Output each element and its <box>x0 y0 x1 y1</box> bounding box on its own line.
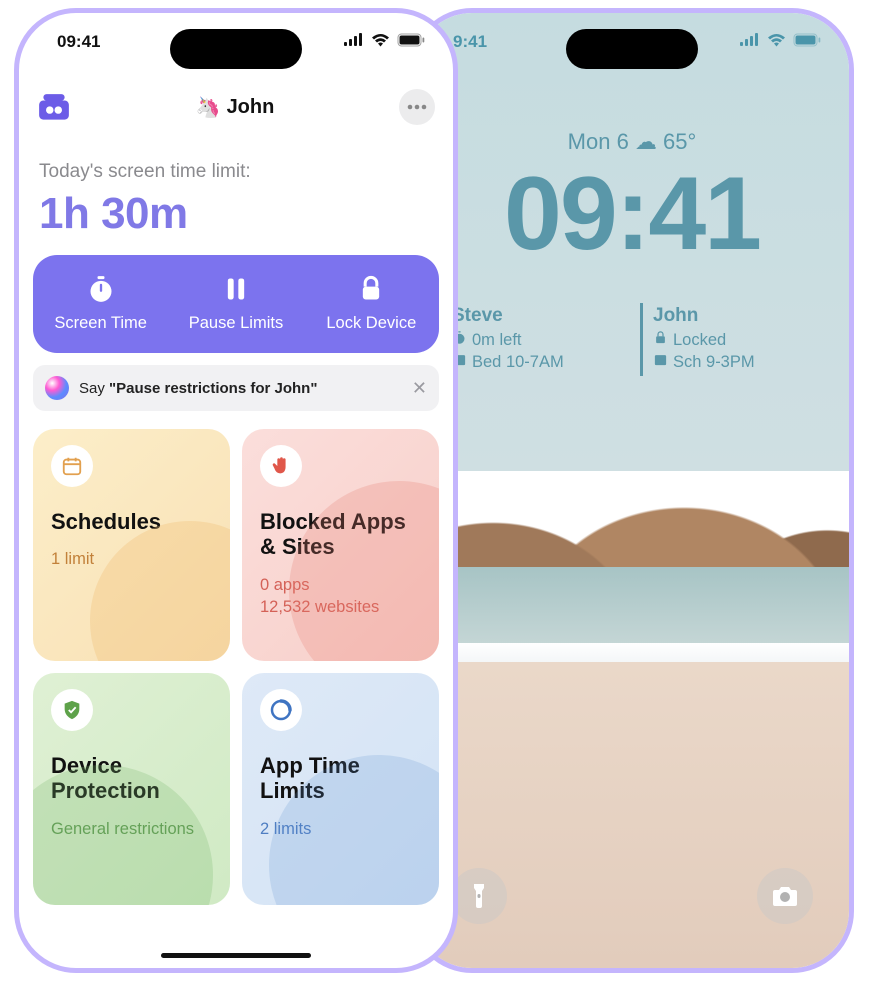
lock-device-button[interactable]: Lock Device <box>304 255 439 353</box>
lock-icon <box>653 329 668 351</box>
siri-dismiss-button[interactable]: ✕ <box>412 378 427 399</box>
widget-line2: Bed 10-7AM <box>472 351 564 373</box>
widget-line2: Sch 9-3PM <box>673 351 755 373</box>
schedules-card[interactable]: Schedules 1 limit <box>33 429 230 661</box>
siri-phrase: "Pause restrictions for John" <box>109 380 317 397</box>
pause-icon <box>222 275 250 308</box>
lock-time: 09:41 <box>415 155 849 274</box>
family-button[interactable] <box>37 92 71 122</box>
lockscreen-phone: 9:41 Mon 6 ☁︎ 65° 09:41 Steve 0m left Be… <box>410 8 854 973</box>
status-indicators <box>740 33 821 52</box>
profile-selector[interactable]: 🦄 John <box>196 95 275 120</box>
screen-time-label: Today's screen time limit: <box>33 133 439 189</box>
action-bar: Screen Time Pause Limits Lock Device <box>33 255 439 353</box>
time-limits-card[interactable]: App Time Limits 2 limits <box>242 673 439 905</box>
dynamic-island <box>170 29 302 69</box>
app-phone: 09:41 🦄 John Today's s <box>14 8 458 973</box>
dynamic-island <box>566 29 698 69</box>
battery-icon <box>397 33 425 52</box>
flashlight-button[interactable] <box>451 868 507 924</box>
more-button[interactable] <box>399 89 435 125</box>
protection-card[interactable]: Device Protection General restrictions <box>33 673 230 905</box>
lock-device-label: Lock Device <box>326 314 416 333</box>
timer-icon <box>260 689 302 731</box>
pause-limits-button[interactable]: Pause Limits <box>168 255 303 353</box>
status-time: 9:41 <box>453 32 487 52</box>
lock-icon <box>357 275 385 308</box>
widget-name: Steve <box>452 305 624 327</box>
lock-date: Mon 6 ☁︎ 65° <box>415 129 849 155</box>
siri-prefix: Say <box>79 380 109 397</box>
widget-steve[interactable]: Steve 0m left Bed 10-7AM <box>439 303 624 376</box>
siri-suggestion[interactable]: Say "Pause restrictions for John" ✕ <box>33 365 439 411</box>
screen-time-value: 1h 30m <box>33 189 439 255</box>
wifi-icon <box>371 33 390 52</box>
profile-emoji: 🦄 <box>196 95 221 120</box>
widget-line1: 0m left <box>472 329 522 351</box>
screen-time-button[interactable]: Screen Time <box>33 255 168 353</box>
lock-widgets[interactable]: Steve 0m left Bed 10-7AM John Locked Sch… <box>439 303 825 376</box>
hand-icon <box>260 445 302 487</box>
siri-icon <box>45 376 69 400</box>
siri-text: Say "Pause restrictions for John" <box>79 380 317 397</box>
cellular-icon <box>740 33 760 51</box>
stopwatch-icon <box>87 275 115 308</box>
pause-limits-label: Pause Limits <box>189 314 283 333</box>
status-indicators <box>344 33 425 52</box>
widget-name: John <box>653 305 825 327</box>
wifi-icon <box>767 33 786 52</box>
blocked-card[interactable]: Blocked Apps & Sites 0 apps 12,532 websi… <box>242 429 439 661</box>
widget-line1: Locked <box>673 329 726 351</box>
widget-john[interactable]: John Locked Sch 9-3PM <box>640 303 825 376</box>
calendar-icon <box>653 351 668 373</box>
shield-icon <box>51 689 93 731</box>
profile-name-label: John <box>227 96 275 119</box>
battery-icon <box>793 33 821 52</box>
home-indicator[interactable] <box>161 953 311 958</box>
calendar-icon <box>51 445 93 487</box>
screen-time-label: Screen Time <box>54 314 147 333</box>
status-time: 09:41 <box>57 32 100 52</box>
cellular-icon <box>344 33 364 51</box>
camera-button[interactable] <box>757 868 813 924</box>
